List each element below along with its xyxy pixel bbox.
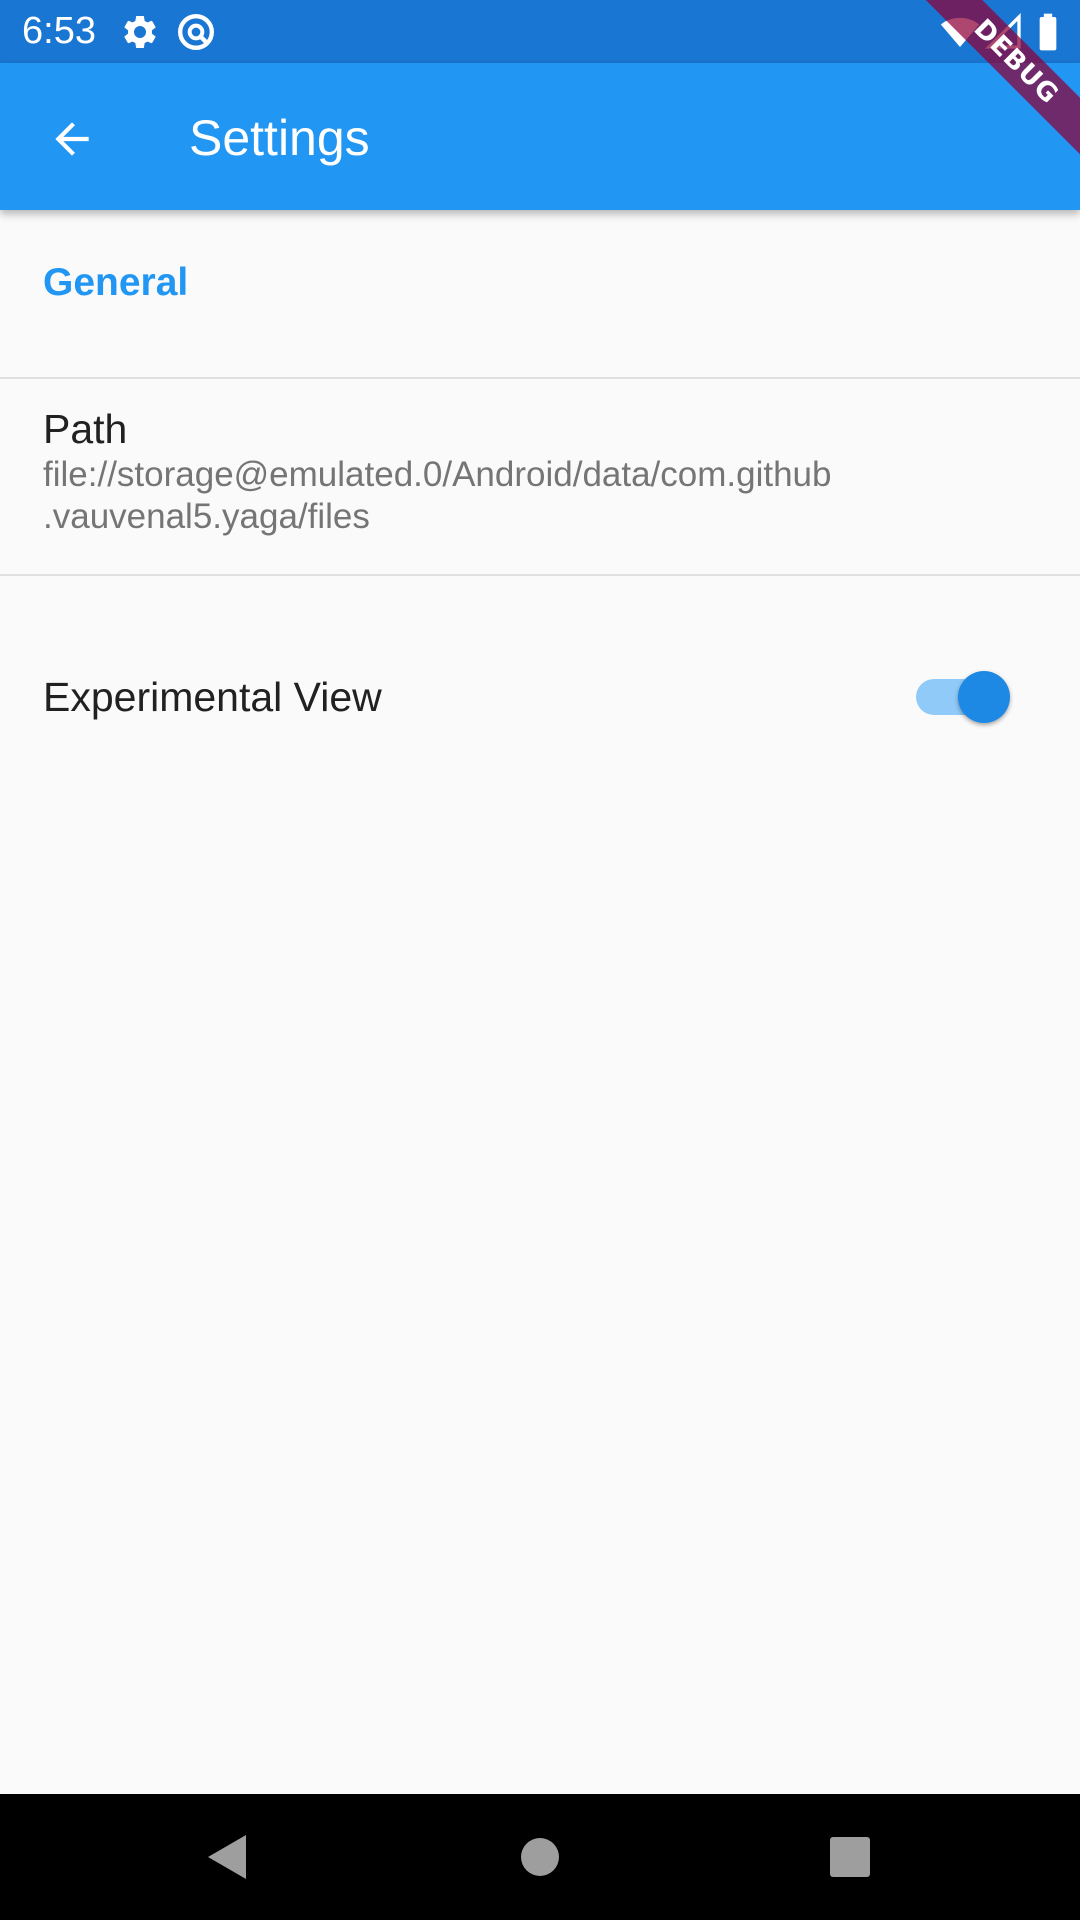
signal-icon <box>984 12 1024 52</box>
section-header-general: General <box>43 261 189 304</box>
back-triangle-icon <box>204 1833 248 1881</box>
settings-screen: 6:53 Settings DEBUG General Path file://… <box>0 0 1080 1920</box>
path-subtitle: file://storage@emulated.0/Android/data/c… <box>43 455 832 536</box>
arrow-back-icon <box>47 114 97 164</box>
status-bar: 6:53 <box>0 0 1080 63</box>
battery-icon <box>1028 12 1068 52</box>
page-title: Settings <box>189 110 370 166</box>
path-setting-tile[interactable]: Path file://storage@emulated.0/Android/d… <box>0 378 1080 574</box>
nav-back-button[interactable] <box>190 1821 262 1893</box>
back-button[interactable] <box>30 97 114 181</box>
experimental-view-tile[interactable]: Experimental View <box>0 576 1080 772</box>
nav-recents-button[interactable] <box>814 1821 886 1893</box>
switch-thumb <box>958 671 1010 723</box>
gear-icon <box>120 12 160 52</box>
settings-list: General Path file://storage@emulated.0/A… <box>0 210 1080 1794</box>
path-title: Path <box>43 406 128 452</box>
at-sign-icon <box>176 12 216 52</box>
status-time: 6:53 <box>22 10 96 52</box>
nav-home-button[interactable] <box>504 1821 576 1893</box>
navigation-bar <box>0 1794 1080 1920</box>
experimental-view-title: Experimental View <box>43 674 382 720</box>
recents-square-icon <box>830 1837 870 1877</box>
experimental-view-switch[interactable] <box>916 667 1014 727</box>
app-bar: Settings <box>0 63 1080 210</box>
home-circle-icon <box>519 1836 561 1878</box>
wifi-icon <box>940 12 980 52</box>
